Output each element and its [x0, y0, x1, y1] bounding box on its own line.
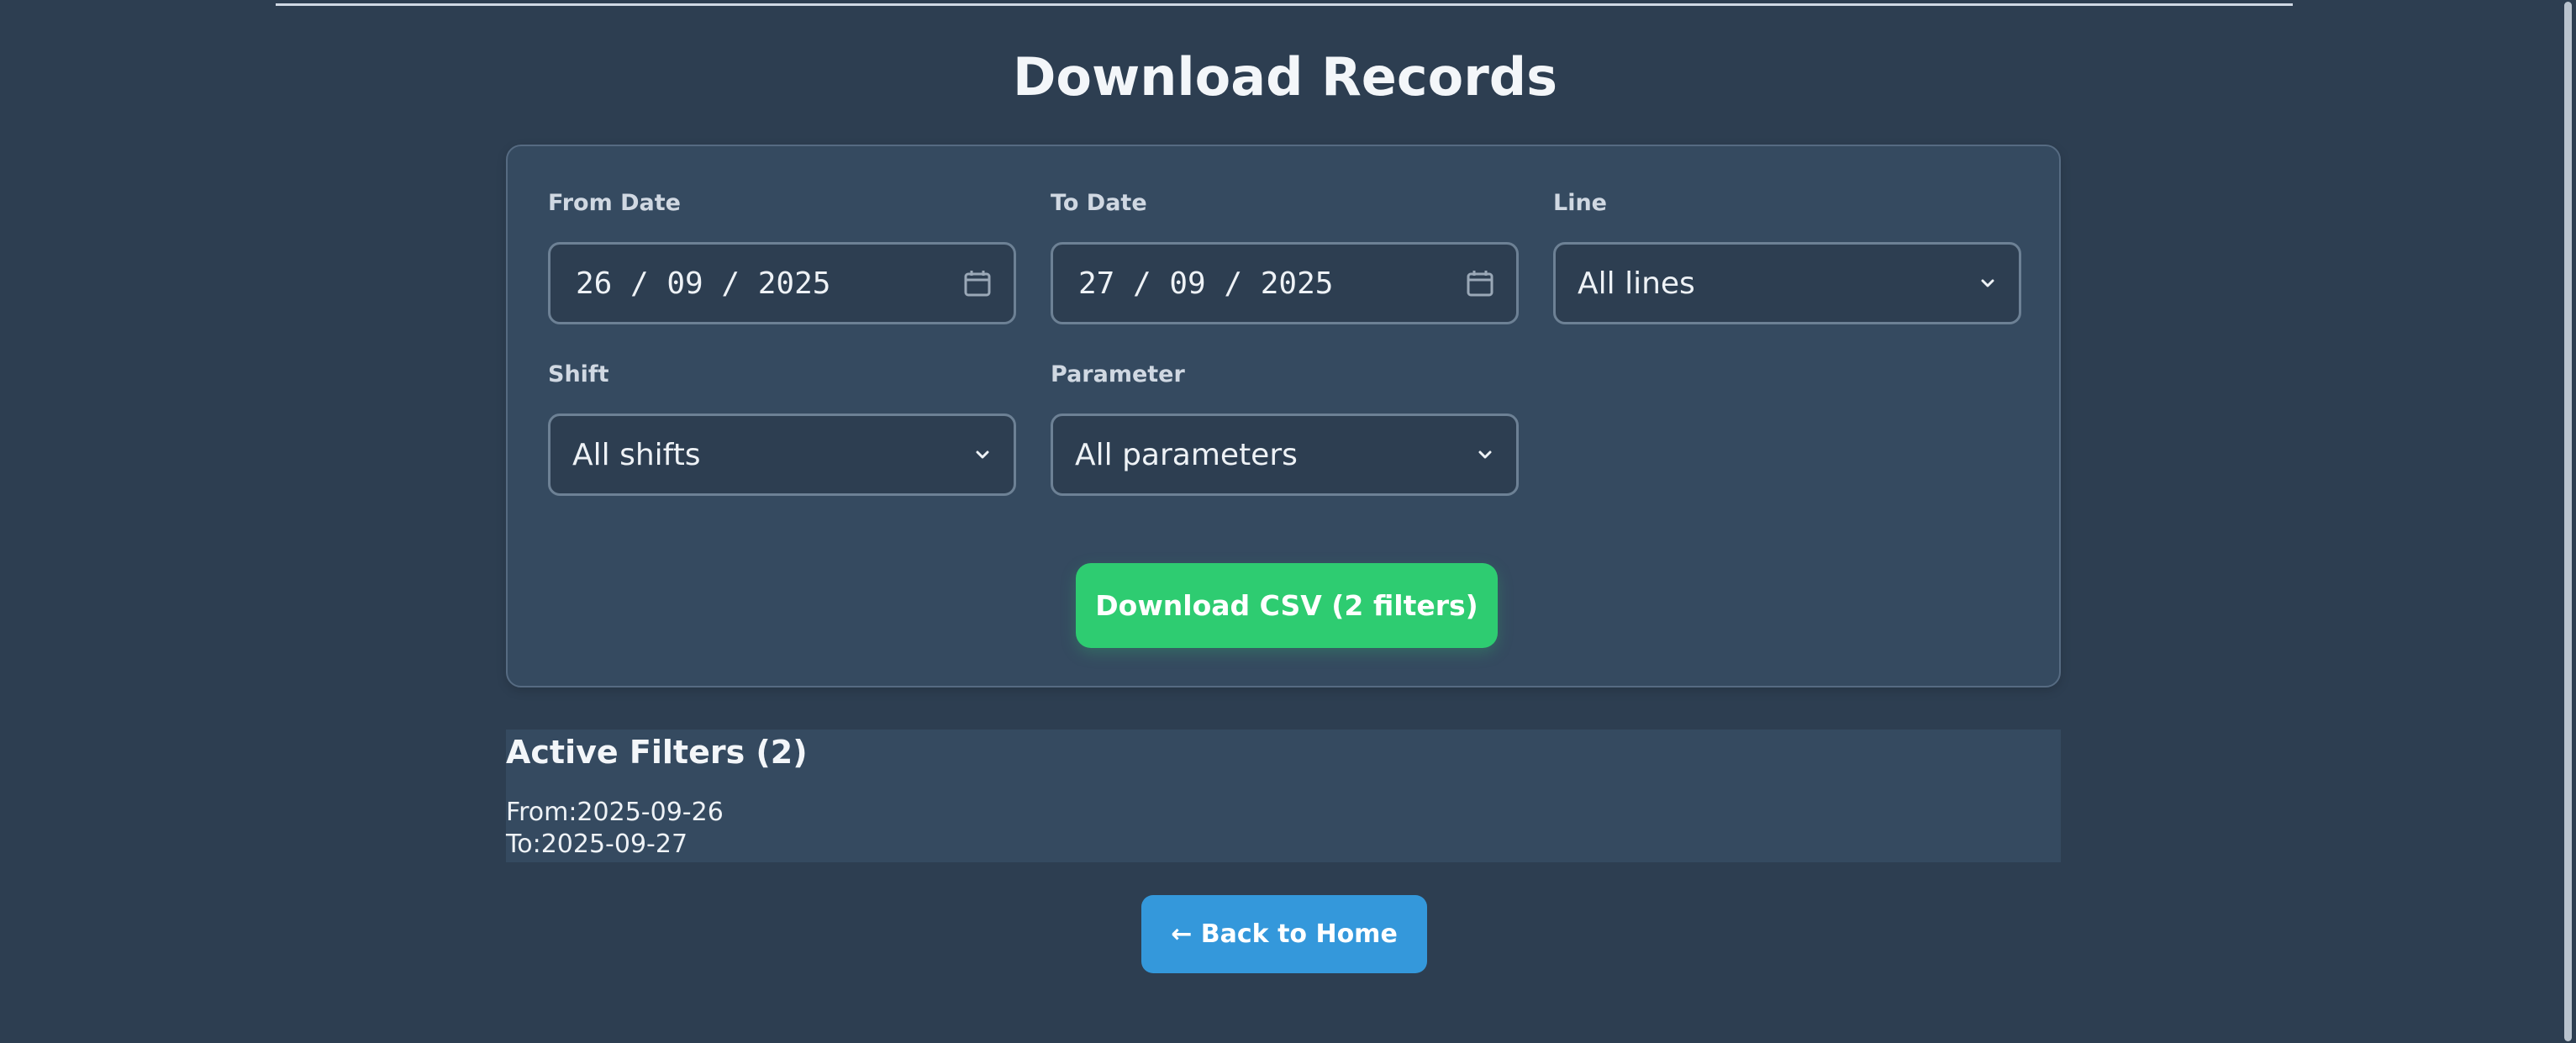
line-select-value: All lines [1578, 266, 1695, 301]
chevron-down-icon [1978, 274, 1997, 292]
parameter-label: Parameter [1051, 361, 1185, 387]
active-filter-item: From:2025-09-26 [506, 798, 724, 827]
calendar-icon[interactable] [1466, 269, 1494, 298]
active-filters-title: Active Filters (2) [506, 734, 808, 771]
line-label: Line [1553, 190, 1607, 216]
from-date-input[interactable]: 26 / 09 / 2025 [548, 242, 1016, 324]
line-select[interactable]: All lines [1553, 242, 2021, 324]
to-date-value: 27 / 09 / 2025 [1078, 266, 1334, 301]
back-to-home-button[interactable]: ← Back to Home [1141, 895, 1427, 973]
shift-label: Shift [548, 361, 609, 387]
scrollbar[interactable] [2561, 0, 2576, 1043]
chevron-down-icon [1476, 445, 1494, 464]
active-filters-panel: Active Filters (2) From:2025-09-26 To:20… [506, 730, 2061, 862]
shift-select[interactable]: All shifts [548, 414, 1016, 496]
download-csv-button[interactable]: Download CSV (2 filters) [1076, 563, 1498, 648]
filter-form: From Date 26 / 09 / 2025 To Date 27 / 09… [506, 145, 2061, 687]
header-divider [276, 3, 2293, 6]
from-date-value: 26 / 09 / 2025 [576, 266, 831, 301]
chevron-down-icon [973, 445, 992, 464]
page-title: Download Records [1012, 46, 1558, 108]
active-filter-item: To:2025-09-27 [506, 830, 688, 859]
calendar-icon[interactable] [963, 269, 992, 298]
scrollbar-thumb[interactable] [2564, 2, 2572, 1041]
from-date-label: From Date [548, 190, 681, 216]
to-date-label: To Date [1051, 190, 1147, 216]
parameter-select-value: All parameters [1075, 437, 1298, 472]
parameter-select[interactable]: All parameters [1051, 414, 1519, 496]
shift-select-value: All shifts [572, 437, 701, 472]
to-date-input[interactable]: 27 / 09 / 2025 [1051, 242, 1519, 324]
